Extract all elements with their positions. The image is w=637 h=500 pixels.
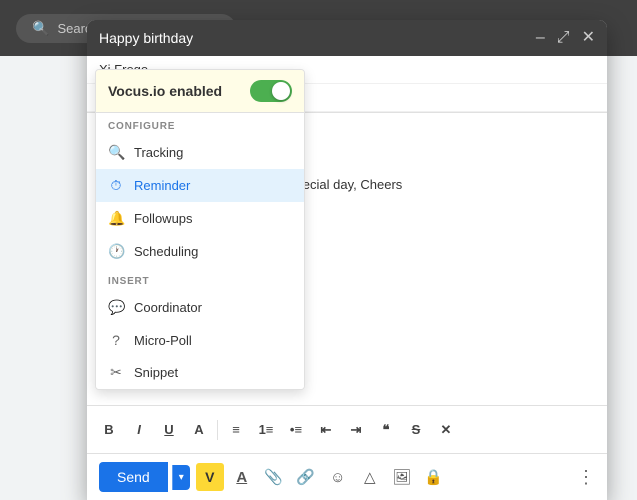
reminder-icon: ⏱ bbox=[108, 177, 124, 194]
scheduling-label: Scheduling bbox=[134, 244, 198, 259]
minimize-button[interactable]: – bbox=[536, 30, 545, 46]
lock-button[interactable]: 🔒 bbox=[420, 463, 448, 491]
followups-icon: 🔔 bbox=[108, 210, 124, 227]
bold-button[interactable]: B bbox=[95, 416, 123, 444]
snippet-label: Snippet bbox=[134, 365, 178, 380]
close-button[interactable]: ✕ bbox=[582, 30, 595, 46]
send-button[interactable]: Send bbox=[99, 462, 168, 492]
toolbar-divider-1 bbox=[217, 420, 218, 440]
vocus-header: Vocus.io enabled bbox=[96, 70, 304, 113]
compose-window: Happy birthday – ⤢ ✕ Xi Frego Happy birt… bbox=[87, 20, 607, 500]
compose-title: Happy birthday bbox=[99, 30, 193, 46]
italic-button[interactable]: I bbox=[125, 416, 153, 444]
formatting-toolbar: B I U A ≡ 1≡ •≡ ⇤ ⇥ ❝ S ✕ bbox=[87, 405, 607, 453]
indent-more-button[interactable]: ⇥ bbox=[342, 416, 370, 444]
coordinator-item[interactable]: 💬 Coordinator bbox=[96, 291, 304, 324]
vocus-v-button[interactable]: V bbox=[196, 463, 224, 491]
compose-header: Happy birthday – ⤢ ✕ bbox=[87, 20, 607, 56]
vocus-title: Vocus.io enabled bbox=[108, 83, 222, 99]
scheduling-item[interactable]: 🕐 Scheduling bbox=[96, 235, 304, 268]
micro-poll-item[interactable]: ? Micro-Poll bbox=[96, 324, 304, 356]
remove-format-button[interactable]: ✕ bbox=[432, 416, 460, 444]
vocus-toggle[interactable] bbox=[250, 80, 292, 102]
maximize-button[interactable]: ⤢ bbox=[557, 30, 570, 46]
tracking-icon: 🔍 bbox=[108, 144, 124, 161]
link-button[interactable]: 🔗 bbox=[292, 463, 320, 491]
font-color-button[interactable]: A bbox=[185, 416, 213, 444]
search-icon: 🔍 bbox=[32, 20, 49, 37]
reminder-label: Reminder bbox=[134, 178, 190, 193]
strikethrough-button[interactable]: S bbox=[402, 416, 430, 444]
drive-button[interactable]: △ bbox=[356, 463, 384, 491]
toggle-track bbox=[250, 80, 292, 102]
bullet-list-button[interactable]: •≡ bbox=[282, 416, 310, 444]
snippet-item[interactable]: ✂ Snippet bbox=[96, 356, 304, 389]
quote-button[interactable]: ❝ bbox=[372, 416, 400, 444]
snippet-icon: ✂ bbox=[108, 364, 124, 381]
compose-controls: – ⤢ ✕ bbox=[536, 30, 595, 46]
numbered-list-button[interactable]: 1≡ bbox=[252, 416, 280, 444]
tracking-item[interactable]: 🔍 Tracking bbox=[96, 136, 304, 169]
underline-button[interactable]: U bbox=[155, 416, 183, 444]
followups-item[interactable]: 🔔 Followups bbox=[96, 202, 304, 235]
toggle-thumb bbox=[272, 82, 290, 100]
attach-button[interactable]: 📎 bbox=[260, 463, 288, 491]
vocus-panel: Vocus.io enabled CONFIGURE 🔍 Tracking ⏱ … bbox=[95, 69, 305, 390]
compose-bottom-bar: Send ▾ V A 📎 🔗 ☺ △ 🖼 🔒 ⋮ bbox=[87, 453, 607, 500]
configure-section-label: CONFIGURE bbox=[96, 113, 304, 136]
tracking-label: Tracking bbox=[134, 145, 183, 160]
font-color-bottom-button[interactable]: A bbox=[228, 463, 256, 491]
align-button[interactable]: ≡ bbox=[222, 416, 250, 444]
micro-poll-icon: ? bbox=[108, 332, 124, 348]
coordinator-icon: 💬 bbox=[108, 299, 124, 316]
photo-button[interactable]: 🖼 bbox=[388, 463, 416, 491]
reminder-item[interactable]: ⏱ Reminder bbox=[96, 169, 304, 202]
micro-poll-label: Micro-Poll bbox=[134, 333, 192, 348]
more-options-button[interactable]: ⋮ bbox=[577, 467, 595, 488]
indent-less-button[interactable]: ⇤ bbox=[312, 416, 340, 444]
followups-label: Followups bbox=[134, 211, 193, 226]
insert-section-label: INSERT bbox=[96, 268, 304, 291]
send-dropdown-button[interactable]: ▾ bbox=[172, 465, 190, 490]
coordinator-label: Coordinator bbox=[134, 300, 202, 315]
scheduling-icon: 🕐 bbox=[108, 243, 124, 260]
emoji-button[interactable]: ☺ bbox=[324, 463, 352, 491]
